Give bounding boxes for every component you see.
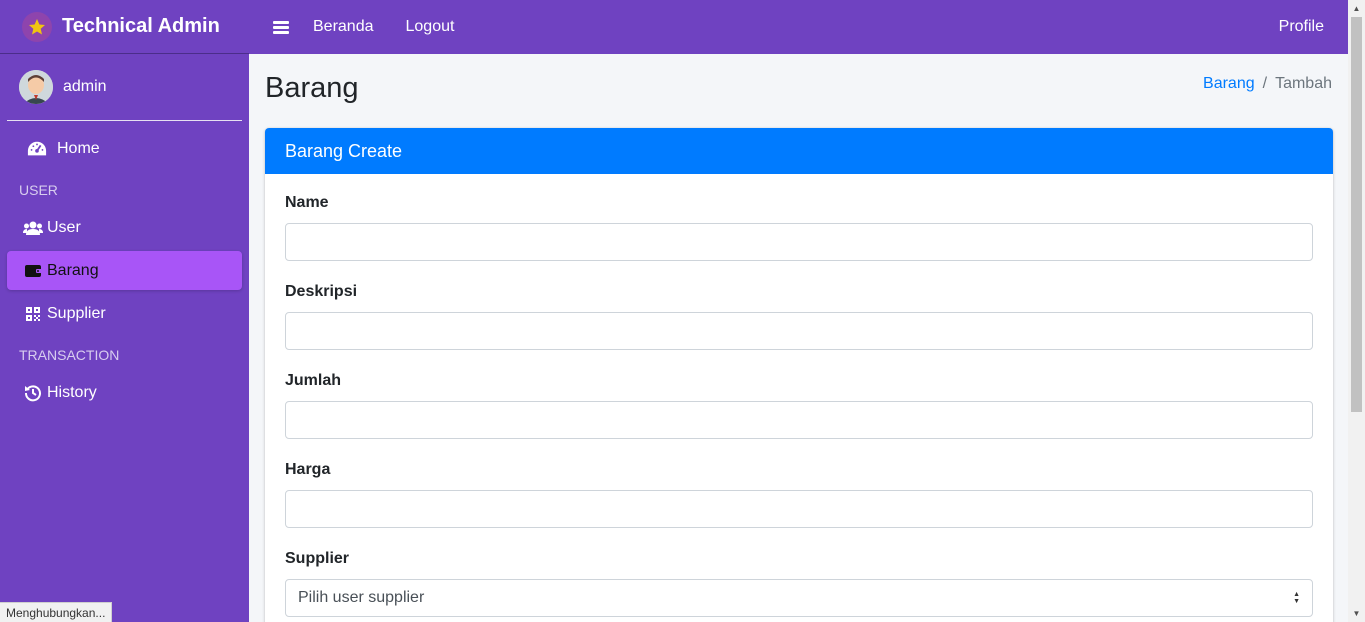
top-navbar: Beranda Logout Profile xyxy=(249,0,1348,54)
harga-input[interactable] xyxy=(285,490,1313,528)
sidebar-item-label: History xyxy=(47,383,97,401)
sidebar-item-history[interactable]: History xyxy=(7,373,242,412)
nav-link-logout[interactable]: Logout xyxy=(406,18,455,36)
dashboard-gauge-icon xyxy=(27,140,47,158)
page-scrollbar[interactable]: ▲ ▼ xyxy=(1348,0,1365,622)
form-group-name: Name xyxy=(285,194,1313,261)
qrcode-icon xyxy=(23,306,43,322)
sidebar-item-label: Barang xyxy=(47,261,99,279)
deskripsi-label: Deskripsi xyxy=(285,283,358,300)
barang-create-card: Barang Create Name Deskripsi Jumlah Harg… xyxy=(265,128,1333,622)
sidebar-header-transaction: TRANSACTION xyxy=(19,347,120,363)
card-title: Barang Create xyxy=(265,128,1333,174)
form-group-deskripsi: Deskripsi xyxy=(285,283,1313,350)
nav-link-beranda[interactable]: Beranda xyxy=(313,18,374,36)
form-group-jumlah: Jumlah xyxy=(285,372,1313,439)
harga-label: Harga xyxy=(285,461,331,478)
user-name: admin xyxy=(63,78,107,95)
user-avatar xyxy=(19,70,53,104)
breadcrumb-link-barang[interactable]: Barang xyxy=(1203,75,1255,93)
card-body: Name Deskripsi Jumlah Harga Supplier Pil… xyxy=(265,174,1333,617)
nav-link-profile[interactable]: Profile xyxy=(1279,18,1324,36)
name-label: Name xyxy=(285,194,329,211)
jumlah-label: Jumlah xyxy=(285,372,342,389)
browser-status-bar: Menghubungkan... xyxy=(0,602,113,622)
wallet-icon xyxy=(23,264,43,278)
form-group-harga: Harga xyxy=(285,461,1313,528)
scroll-thumb[interactable] xyxy=(1351,17,1362,412)
main-content: Barang Barang / Tambah Barang Create Nam… xyxy=(249,54,1348,622)
sidebar-item-supplier[interactable]: Supplier xyxy=(7,294,242,333)
breadcrumb-active: Tambah xyxy=(1275,75,1332,92)
form-group-supplier: Supplier Pilih user supplier ▲ ▼ xyxy=(285,550,1313,617)
users-icon xyxy=(23,221,43,235)
sidebar-item-user[interactable]: User xyxy=(7,208,242,247)
menu-toggle-icon[interactable] xyxy=(273,19,289,36)
sidebar-nav: Home USER User Barang Supplier TRANSACTI… xyxy=(0,121,249,412)
jumlah-input[interactable] xyxy=(285,401,1313,439)
sidebar-item-label: Home xyxy=(57,139,100,157)
name-input[interactable] xyxy=(285,223,1313,261)
supplier-select[interactable]: Pilih user supplier ▲ ▼ xyxy=(285,579,1313,617)
history-icon xyxy=(23,384,43,402)
breadcrumb: Barang / Tambah xyxy=(1203,75,1332,93)
sidebar-item-label: Supplier xyxy=(47,304,106,322)
supplier-label: Supplier xyxy=(285,550,350,567)
sidebar-item-label: User xyxy=(47,218,81,236)
breadcrumb-separator: / xyxy=(1262,75,1268,92)
scroll-up-arrow-icon[interactable]: ▲ xyxy=(1348,0,1365,17)
supplier-selected-value: Pilih user supplier xyxy=(298,589,425,606)
page-title: Barang xyxy=(265,72,359,104)
deskripsi-input[interactable] xyxy=(285,312,1313,350)
sidebar-header-user: USER xyxy=(19,182,58,198)
brand-logo-icon xyxy=(22,11,52,42)
user-panel[interactable]: admin xyxy=(7,54,242,121)
select-arrows-icon: ▲ ▼ xyxy=(1293,591,1300,605)
sidebar-item-barang[interactable]: Barang xyxy=(7,251,242,290)
sidebar-item-home[interactable]: Home xyxy=(7,129,242,168)
scroll-down-arrow-icon[interactable]: ▼ xyxy=(1348,605,1365,622)
sidebar: Technical Admin admin Home USER User Bar… xyxy=(0,0,249,622)
brand-link[interactable]: Technical Admin xyxy=(0,0,249,54)
brand-title: Technical Admin xyxy=(62,15,220,37)
